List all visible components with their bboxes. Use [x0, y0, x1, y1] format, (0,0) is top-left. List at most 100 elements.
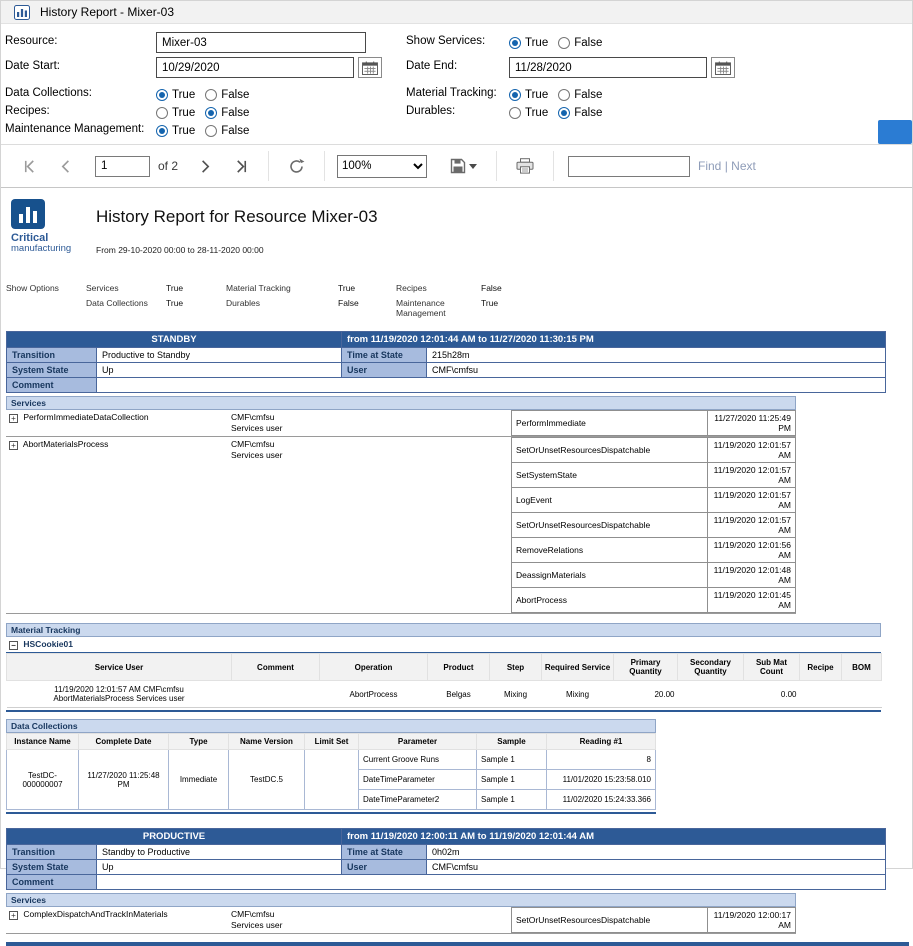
dc-reading: 11/02/2020 15:24:33.366 [547, 790, 656, 810]
data-collections-true-radio[interactable] [156, 89, 168, 101]
service-row: + AbortMaterialsProcess CMF\cmfsu Servic… [6, 437, 796, 614]
mt-secondary-quantity [678, 681, 744, 708]
maintenance-true-radio[interactable] [156, 125, 168, 137]
date-start-input[interactable] [156, 57, 354, 78]
state-range: from 11/19/2020 12:01:44 AM to 11/27/202… [342, 332, 886, 348]
state-table-productive: PRODUCTIVE from 11/19/2020 12:00:11 AM t… [6, 828, 886, 890]
maintenance-false-radio[interactable] [205, 125, 217, 137]
first-page-button[interactable] [18, 157, 41, 176]
toolbar-separator [553, 151, 554, 181]
prev-page-button[interactable] [55, 157, 78, 176]
material-tracking-label: Material Tracking: [406, 87, 497, 99]
next-page-button[interactable] [193, 157, 216, 176]
zoom-select[interactable]: 100% [337, 155, 427, 178]
recipes-false-radio[interactable] [205, 107, 217, 119]
date-end-calendar-button[interactable] [711, 57, 735, 78]
dc-reading: 8 [547, 750, 656, 770]
durables-false-radio[interactable] [558, 107, 570, 119]
services-section-header: Services [6, 893, 796, 907]
date-start-calendar-button[interactable] [358, 57, 382, 78]
call-operation: SetOrUnsetResourcesDispatchable [512, 908, 708, 933]
next-page-icon [197, 159, 212, 174]
option-name: Services [86, 283, 119, 293]
mt-sub-mat-count: 0.00 [744, 681, 800, 708]
resource-input[interactable] [156, 32, 366, 53]
show-services-true-radio[interactable] [509, 37, 521, 49]
logo-text-line2: manufacturing [11, 243, 81, 254]
call-row: PerformImmediate11/27/2020 11:25:49 PM [512, 411, 796, 436]
radio-true-label: True [172, 125, 195, 137]
show-services-label: Show Services: [406, 35, 485, 47]
column-header: Product [428, 654, 490, 681]
option-value: False [481, 283, 502, 293]
service-user-line: CMF\cmfsu [231, 909, 508, 920]
option-value: True [338, 283, 355, 293]
page-number-input[interactable] [95, 156, 150, 177]
view-report-button[interactable] [878, 120, 912, 144]
dc-type: Immediate [169, 750, 229, 810]
system-state-label: System State [7, 363, 97, 378]
expand-icon[interactable]: + [9, 911, 18, 920]
radio-false-label: False [221, 89, 249, 101]
dc-sample: Sample 1 [477, 790, 547, 810]
data-collections-false-radio[interactable] [205, 89, 217, 101]
mt-primary-quantity: 20.00 [614, 681, 678, 708]
radio-false-label: False [574, 89, 602, 101]
option-value: True [166, 283, 183, 293]
service-name: ComplexDispatchAndTrackInMaterials [23, 909, 167, 919]
material-tracking-false-radio[interactable] [558, 89, 570, 101]
collapse-icon[interactable]: − [9, 641, 18, 650]
print-button[interactable] [512, 156, 538, 176]
service-name: PerformImmediateDataCollection [23, 412, 148, 422]
mt-service-user-line: 11/19/2020 12:01:57 AM CMF\cmfsu [10, 685, 229, 694]
find-link[interactable]: Find [698, 159, 721, 173]
user-label: User [342, 860, 427, 875]
show-options-block: Show Options Services True Data Collecti… [1, 283, 912, 331]
column-header: BOM [842, 654, 882, 681]
material-tracking-true-radio[interactable] [509, 89, 521, 101]
option-value: True [166, 298, 183, 308]
mt-comment [232, 681, 320, 708]
expand-icon[interactable]: + [9, 414, 18, 423]
column-header: Parameter [359, 734, 477, 750]
recipes-label: Recipes: [5, 105, 50, 117]
durables-true-radio[interactable] [509, 107, 521, 119]
expand-icon[interactable]: + [9, 441, 18, 450]
column-header: Type [169, 734, 229, 750]
next-link[interactable]: Next [731, 159, 756, 173]
service-row: + PerformImmediateDataCollection CMF\cmf… [6, 410, 796, 437]
export-button[interactable] [446, 156, 481, 176]
history-report-window: History Report - Mixer-03 Resource: Show… [0, 0, 913, 869]
calendar-icon [715, 61, 731, 75]
report-title: History Report for Resource Mixer-03 [96, 207, 378, 227]
date-end-input[interactable] [509, 57, 707, 78]
column-header: Primary Quantity [614, 654, 678, 681]
option-name: Material Tracking [226, 283, 291, 293]
last-page-button[interactable] [230, 157, 253, 176]
column-header: Sample [477, 734, 547, 750]
data-collections-table: Instance Name Complete Date Type Name Ve… [6, 733, 656, 810]
user-label: User [342, 363, 427, 378]
column-header: Step [490, 654, 542, 681]
option-name: Data Collections [86, 298, 148, 308]
call-time: 11/19/2020 12:01:56 AM [708, 538, 796, 563]
report-window-icon [14, 5, 30, 20]
recipes-true-radio[interactable] [156, 107, 168, 119]
call-row: LogEvent11/19/2020 12:01:57 AM [512, 488, 796, 513]
refresh-button[interactable] [284, 156, 309, 177]
column-header: Sub Mat Count [744, 654, 800, 681]
find-input[interactable] [568, 156, 690, 177]
service-user: CMF\cmfsu Services user [228, 907, 511, 933]
dc-parameter: Current Groove Runs [359, 750, 477, 770]
radio-true-label: True [172, 107, 195, 119]
service-row: + ComplexDispatchAndTrackInMaterials CMF… [6, 907, 796, 934]
comment-label: Comment [7, 378, 97, 393]
column-header: Required Service [542, 654, 614, 681]
call-time: 11/19/2020 12:01:57 AM [708, 513, 796, 538]
comment-label: Comment [7, 875, 97, 890]
mt-recipe [800, 681, 842, 708]
show-services-false-radio[interactable] [558, 37, 570, 49]
material-tracking-table: Service User Comment Operation Product S… [6, 653, 882, 708]
report-body: Critical manufacturing History Report fo… [1, 188, 912, 946]
service-calls-table: PerformImmediate11/27/2020 11:25:49 PM [511, 410, 796, 436]
